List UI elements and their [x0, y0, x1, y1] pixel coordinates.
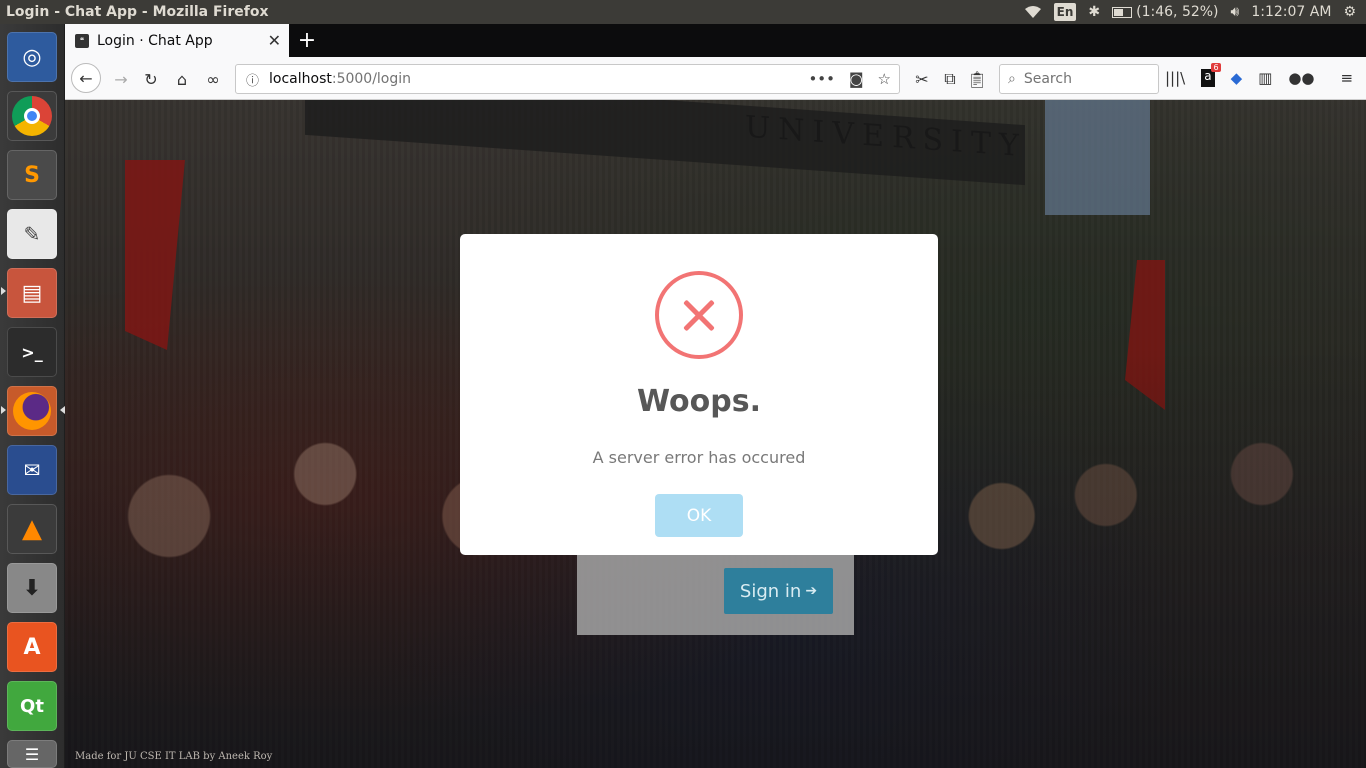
ubuntu-dash-icon[interactable]: ◎ — [7, 32, 57, 82]
panel-indicators: En ✱ (1:46, 52%) 🔊︎ 1:12:07 AM ⚙ — [1024, 3, 1366, 21]
bluetooth-icon[interactable]: ✱ — [1088, 4, 1100, 20]
reload-button[interactable]: ↻ — [137, 65, 165, 93]
battery-icon — [1112, 6, 1133, 18]
sign-in-icon: ➔ — [805, 583, 818, 599]
extension-badge: 6 — [1211, 63, 1221, 72]
dialog-message: A server error has occured — [592, 448, 806, 467]
wifi-icon[interactable] — [1024, 5, 1042, 19]
sublime-text-icon[interactable]: S — [7, 150, 57, 200]
running-indicator — [1, 406, 6, 414]
ok-button[interactable]: OK — [655, 494, 743, 537]
chrome-icon[interactable] — [7, 91, 57, 141]
site-info-icon[interactable]: ⓘ — [246, 70, 259, 89]
search-icon: ⌕ — [1008, 71, 1016, 87]
private-mask-icon[interactable]: ∞ — [199, 65, 227, 93]
extension-cap-icon[interactable]: ◆ — [1231, 69, 1243, 87]
launcher: ◎ S ✎ ▤ >_ ✉ ▲ ⬇ A Qt ☰ — [0, 24, 65, 768]
tab-strip: ❝ Login · Chat App ✕ + — [65, 24, 1366, 57]
search-bar[interactable]: ⌕ Search — [999, 64, 1159, 94]
copy-icon[interactable]: ⧉ — [936, 65, 964, 93]
top-panel: Login - Chat App - Mozilla Firefox En ✱ … — [0, 0, 1366, 24]
nav-bar: ← → ↻ ⌂ ∞ ⓘ localhost:5000/login ••• ◙ ☆… — [65, 57, 1366, 100]
toolbar-icons: |||\ a6 ◆ ▥ ●● ≡ — [1165, 63, 1354, 87]
pocket-icon[interactable]: ◙ — [849, 70, 864, 88]
clock[interactable]: 1:12:07 AM — [1251, 4, 1331, 20]
text-editor-icon[interactable]: ✎ — [7, 209, 57, 259]
menu-hamburger-icon[interactable]: ≡ — [1341, 69, 1354, 87]
firefox-icon[interactable] — [7, 386, 57, 436]
battery-text: (1:46, 52%) — [1136, 4, 1219, 20]
url-host: localhost — [269, 71, 332, 87]
amazon-extension-icon[interactable]: a6 — [1201, 63, 1221, 87]
sign-in-button[interactable]: Sign in ➔ — [724, 568, 833, 614]
url-bar[interactable]: ⓘ localhost:5000/login ••• ◙ ☆ — [235, 64, 900, 94]
volume-icon[interactable]: 🔊︎ — [1231, 4, 1240, 20]
window-title: Login - Chat App - Mozilla Firefox — [6, 4, 269, 20]
sign-in-label: Sign in — [739, 580, 802, 602]
new-tab-button[interactable]: + — [295, 28, 319, 53]
error-x-icon — [655, 271, 743, 359]
bookmark-star-icon[interactable]: ☆ — [878, 70, 891, 88]
page-actions-icon[interactable]: ••• — [808, 70, 835, 88]
back-button[interactable]: ← — [71, 63, 101, 93]
firefox-window: ❝ Login · Chat App ✕ + ← → ↻ ⌂ ∞ ⓘ local… — [65, 24, 1366, 100]
settings-gear-icon[interactable]: ⚙ — [1343, 4, 1356, 20]
vlc-icon[interactable]: ▲ — [7, 504, 57, 554]
keyboard-layout-indicator[interactable]: En — [1053, 3, 1077, 21]
stack-icon[interactable]: ☰ — [7, 740, 57, 768]
forward-button[interactable]: → — [107, 65, 135, 93]
tab-login[interactable]: ❝ Login · Chat App ✕ — [65, 24, 289, 57]
software-center-icon[interactable]: A — [7, 622, 57, 672]
battery-indicator[interactable]: (1:46, 52%) — [1112, 4, 1219, 20]
running-indicator — [1, 287, 6, 295]
tab-title: Login · Chat App — [97, 32, 213, 49]
page-content: UNIVERSITY Sign in ➔ Made for JU CSE IT … — [65, 100, 1366, 768]
chat-favicon-icon: ❝ — [75, 33, 89, 48]
cut-icon[interactable]: ✂ — [908, 65, 936, 93]
search-placeholder: Search — [1023, 71, 1072, 87]
mail-client-icon[interactable]: ✉ — [7, 445, 57, 495]
close-tab-icon[interactable]: ✕ — [268, 31, 281, 50]
error-dialog: Woops. A server error has occured OK — [460, 234, 938, 555]
dialog-title: Woops. — [637, 384, 761, 419]
sidebar-icon[interactable]: ▥ — [1258, 69, 1272, 87]
footer-credit: Made for JU CSE IT LAB by Aneek Roy — [75, 751, 273, 762]
extension-glasses-icon[interactable]: ●● — [1288, 69, 1314, 87]
paste-icon[interactable]: 📋︎ — [963, 65, 991, 93]
url-path: :5000/login — [331, 71, 412, 87]
url-actions: ••• ◙ ☆ — [808, 70, 891, 88]
terminal-icon[interactable]: >_ — [7, 327, 57, 377]
home-button[interactable]: ⌂ — [168, 65, 196, 93]
installer-icon[interactable]: ⬇ — [7, 563, 57, 613]
qt-creator-icon[interactable]: Qt — [7, 681, 57, 731]
library-icon[interactable]: |||\ — [1165, 69, 1185, 87]
files-icon[interactable]: ▤ — [7, 268, 57, 318]
